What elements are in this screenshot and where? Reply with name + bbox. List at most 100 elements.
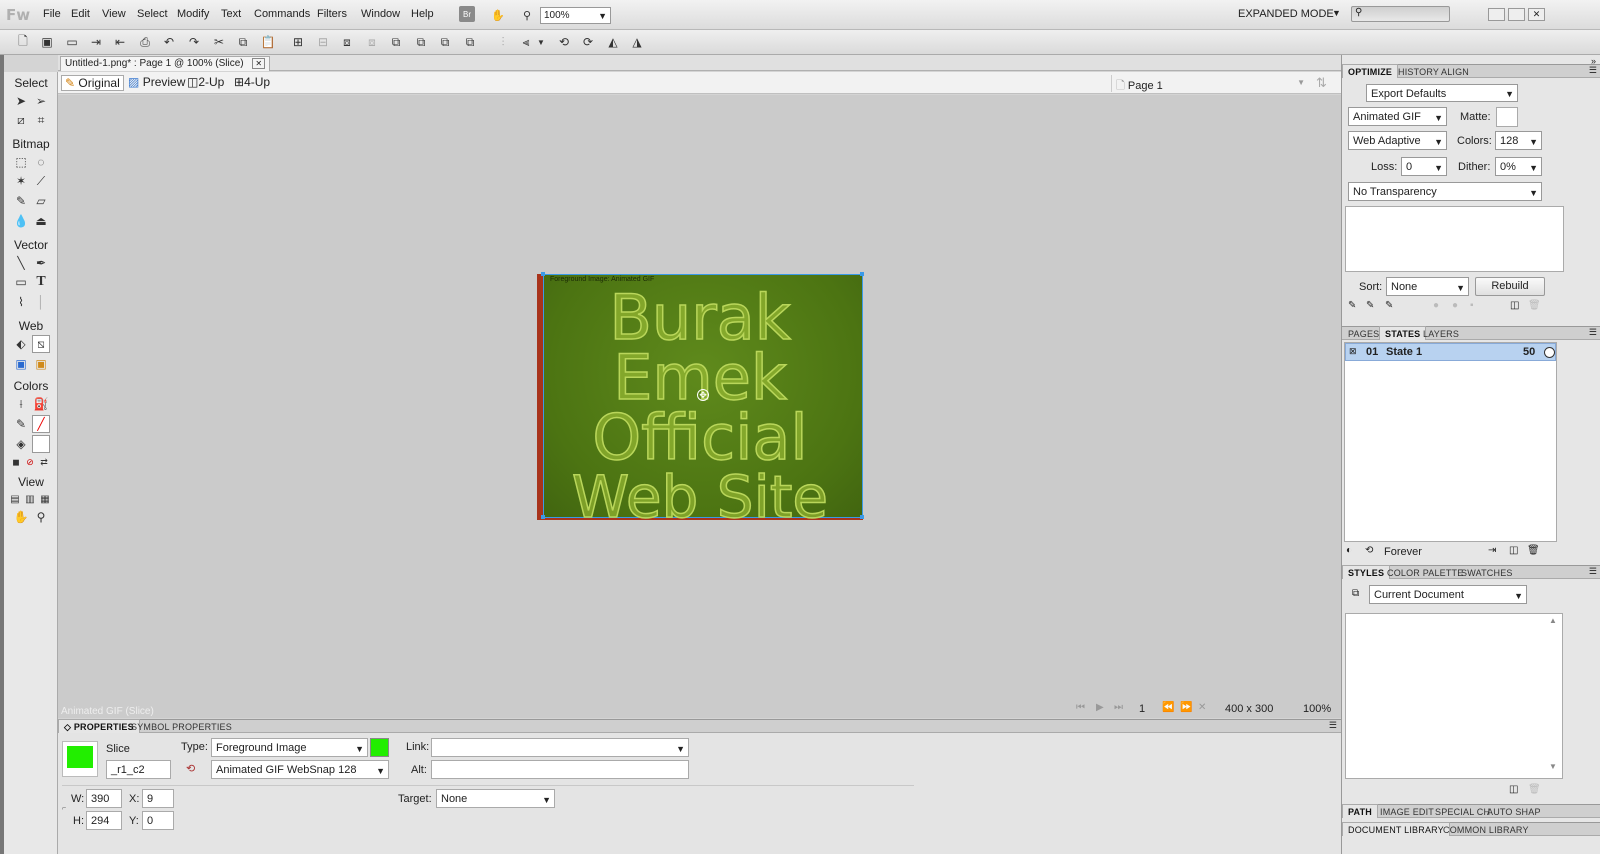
palette-select[interactable]: Web Adaptive ▼ (1348, 131, 1447, 150)
slice-color-swatch[interactable] (370, 738, 389, 757)
target-select[interactable]: None ▼ (436, 789, 555, 808)
save-icon[interactable]: ▣ (38, 33, 56, 51)
tab-symbol-properties[interactable]: SYMBOL PROPERTIES (126, 721, 237, 733)
pen-icon[interactable]: ✒ (32, 254, 50, 272)
tab-path[interactable]: PATH (1342, 804, 1378, 818)
bring-forward-icon[interactable]: ⧉ (412, 33, 430, 51)
loop-label[interactable]: Forever (1384, 546, 1422, 558)
page-options-icon[interactable]: ⇅ (1316, 75, 1327, 91)
tab-auto-shape[interactable]: AUTO SHAP (1482, 806, 1546, 818)
previous-frame-icon[interactable]: ⏪ (1162, 702, 1174, 713)
new-file-icon[interactable]: 🗋 (14, 33, 32, 51)
new-state-icon[interactable]: ◫ (1509, 545, 1518, 556)
link-input[interactable]: ▼ (431, 738, 689, 757)
state-row[interactable]: ⊠ 01 State 1 50 (1345, 343, 1556, 361)
zoom-icon[interactable]: ⚲ (32, 508, 50, 526)
style-library-select[interactable]: Current Document ▼ (1369, 585, 1527, 604)
menu-edit[interactable]: Edit (71, 8, 90, 20)
snap-color-icon[interactable]: ✎ (1385, 300, 1393, 311)
type-select[interactable]: Foreground Image ▼ (211, 738, 368, 757)
last-frame-icon[interactable]: ⏭ (1114, 702, 1123, 713)
sort-select[interactable]: None ▼ (1386, 277, 1469, 296)
menu-commands[interactable]: Commands (254, 8, 310, 20)
constrain-proportions-icon[interactable]: ⌐ (62, 805, 66, 812)
hotspot-icon[interactable]: ⬖ (12, 335, 30, 353)
add-color-icon[interactable]: ◫ (1510, 300, 1519, 311)
export-options-icon[interactable]: ⟲ (186, 762, 195, 775)
panel-menu-icon[interactable]: ☰ (1329, 720, 1337, 731)
menu-filters[interactable]: Filters (317, 8, 347, 20)
scroll-down-icon[interactable]: ▼ (1549, 762, 1557, 771)
show-slices-icon[interactable]: ▣ (32, 355, 50, 373)
blur-icon[interactable]: 💧 (12, 212, 30, 230)
freeform-icon[interactable]: ⌇ (12, 293, 30, 311)
rotate-ccw-icon[interactable]: ⟲ (555, 33, 573, 51)
undo-icon[interactable]: ↶ (160, 33, 178, 51)
dither-input[interactable]: 0% ▼ (1495, 157, 1542, 176)
page-selector[interactable]: 🗋 Page 1 ▼ (1111, 75, 1308, 92)
minimize-button[interactable] (1488, 8, 1505, 21)
flip-vertical-icon[interactable]: ◮ (628, 33, 646, 51)
marquee-icon[interactable]: ⬚ (12, 153, 30, 171)
tab-common-library[interactable]: COMMON LIBRARY (1438, 824, 1534, 836)
slice-tool-icon[interactable]: ⧅ (32, 335, 50, 353)
width-input[interactable]: 390 (86, 789, 122, 808)
trash-icon[interactable]: 🗑 (1527, 545, 1540, 556)
y-input[interactable]: 0 (142, 811, 174, 830)
scale-icon[interactable]: ⧄ (12, 111, 30, 129)
matte-swatch[interactable] (1496, 107, 1518, 127)
document-size[interactable]: 400 x 300 (1225, 703, 1273, 715)
text-tool-icon[interactable]: T (32, 273, 50, 291)
play-icon[interactable]: ▶ (1096, 702, 1104, 713)
document-tab[interactable]: Untitled-1.png* : Page 1 @ 100% (Slice) … (60, 56, 271, 71)
menu-window[interactable]: Window (361, 8, 400, 20)
loop-icon[interactable]: ⟲ (1365, 545, 1373, 556)
panel-menu-icon[interactable]: ☰ (1589, 65, 1597, 76)
colors-select[interactable]: 128 ▼ (1495, 131, 1542, 150)
selection-handle[interactable] (541, 272, 545, 276)
chevron-down-icon[interactable]: ▼ (1332, 8, 1341, 18)
bridge-button[interactable]: Br (459, 6, 475, 22)
panel-menu-icon[interactable]: ☰ (1589, 327, 1597, 338)
lasso-icon[interactable]: ◌ (32, 153, 50, 171)
default-colors-icon[interactable]: ◼ (9, 453, 23, 471)
workspace-mode[interactable]: EXPANDED MODE (1238, 8, 1334, 20)
export-format-select[interactable]: Animated GIF ▼ (1348, 107, 1447, 126)
view-4up-button[interactable]: ⊞4-Up (231, 75, 273, 91)
join-icon[interactable]: ⧈ (338, 33, 356, 51)
menu-modify[interactable]: Modify (177, 8, 209, 20)
slice-name-input[interactable]: _r1_c2 (106, 760, 171, 779)
hand-icon[interactable]: ✋ (12, 508, 30, 526)
stroke-color-icon[interactable]: ✎ (12, 415, 30, 433)
trash-icon[interactable]: 🗑 (1528, 300, 1541, 311)
menu-view[interactable]: View (102, 8, 126, 20)
full-screen-menus-icon[interactable]: ▥ (23, 490, 37, 508)
trash-icon[interactable]: 🗑 (1528, 784, 1541, 795)
distribute-icon[interactable]: ⫶ (494, 33, 512, 51)
fill-color-icon[interactable]: ◈ (12, 435, 30, 453)
stop-icon[interactable]: ✕ (1198, 702, 1206, 713)
menu-help[interactable]: Help (411, 8, 434, 20)
split-icon[interactable]: ⧈ (363, 33, 381, 51)
onion-skin-icon[interactable]: ◐ (1346, 545, 1352, 556)
group-icon[interactable]: ⊞ (289, 33, 307, 51)
first-frame-icon[interactable]: ⏮ (1076, 702, 1085, 713)
paint-bucket-icon[interactable]: ⛽ (32, 395, 50, 413)
transparent-color-icon[interactable]: ✎ (1366, 300, 1374, 311)
stroke-swatch[interactable]: ╱ (32, 415, 50, 433)
tab-swatches[interactable]: SWATCHES (1456, 567, 1518, 579)
rotate-cw-icon[interactable]: ⟳ (579, 33, 597, 51)
chevron-down-icon[interactable]: ▼ (532, 33, 550, 51)
tab-optimize[interactable]: OPTIMIZE (1342, 64, 1399, 78)
rectangle-icon[interactable]: ▭ (12, 273, 30, 291)
alt-input[interactable] (431, 760, 689, 779)
open-icon[interactable]: ▭ (63, 33, 81, 51)
close-icon[interactable]: ✕ (252, 58, 266, 69)
view-preview-button[interactable]: ▨ Preview (125, 75, 188, 91)
pencil-icon[interactable]: ✎ (12, 192, 30, 210)
tab-document-library[interactable]: DOCUMENT LIBRARY (1342, 822, 1450, 836)
restore-button[interactable] (1508, 8, 1525, 21)
state-visibility-icon[interactable] (1544, 347, 1555, 358)
full-screen-icon[interactable]: ▦ (38, 490, 52, 508)
tab-layers[interactable]: LAYERS (1418, 328, 1464, 340)
